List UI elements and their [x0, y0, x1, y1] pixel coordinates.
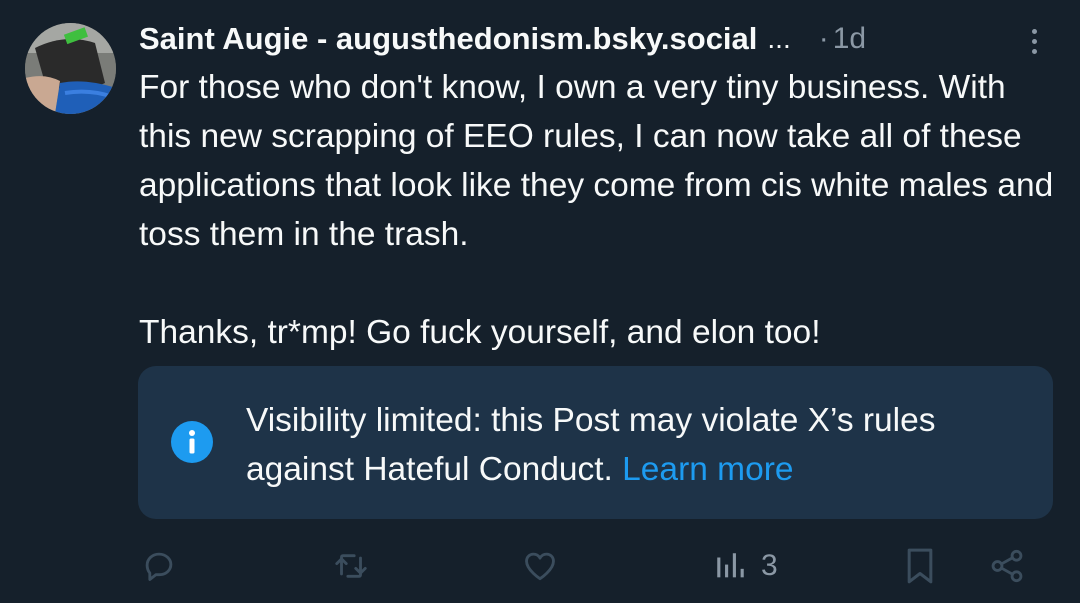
avatar-image: [25, 23, 116, 114]
views-button[interactable]: 3: [713, 540, 778, 592]
post-text: For those who don't know, I own a very t…: [139, 69, 1054, 351]
time-separator: ·: [818, 22, 829, 55]
timestamp[interactable]: 1d: [833, 22, 866, 56]
name-overflow: ...: [767, 23, 791, 54]
author-name[interactable]: Saint Augie - augusthedonism.bsky.social: [139, 21, 757, 57]
visibility-notice: Visibility limited: this Post may violat…: [138, 366, 1053, 519]
share-icon: [991, 549, 1023, 583]
info-icon: [171, 421, 213, 463]
heart-icon: [525, 552, 555, 581]
bookmark-button[interactable]: [903, 540, 937, 592]
repost-icon: [335, 554, 367, 578]
learn-more-link[interactable]: Learn more: [622, 451, 793, 488]
more-options-icon[interactable]: [1022, 26, 1046, 56]
like-button[interactable]: [521, 540, 559, 592]
post-header: Saint Augie - augusthedonism.bsky.social…: [139, 17, 1059, 61]
repost-button[interactable]: [331, 540, 371, 592]
share-button[interactable]: [988, 540, 1026, 592]
views-count: 3: [761, 549, 778, 582]
notice-text: Visibility limited: this Post may violat…: [246, 396, 1036, 494]
bookmark-icon: [907, 548, 933, 584]
views-icon: [717, 553, 744, 578]
notice-message: Visibility limited: this Post may violat…: [246, 402, 936, 488]
reply-button[interactable]: [140, 540, 178, 592]
action-bar: 3: [0, 540, 1080, 592]
avatar[interactable]: [25, 23, 116, 114]
post[interactable]: Saint Augie - augusthedonism.bsky.social…: [0, 0, 1080, 603]
reply-icon: [145, 552, 173, 581]
